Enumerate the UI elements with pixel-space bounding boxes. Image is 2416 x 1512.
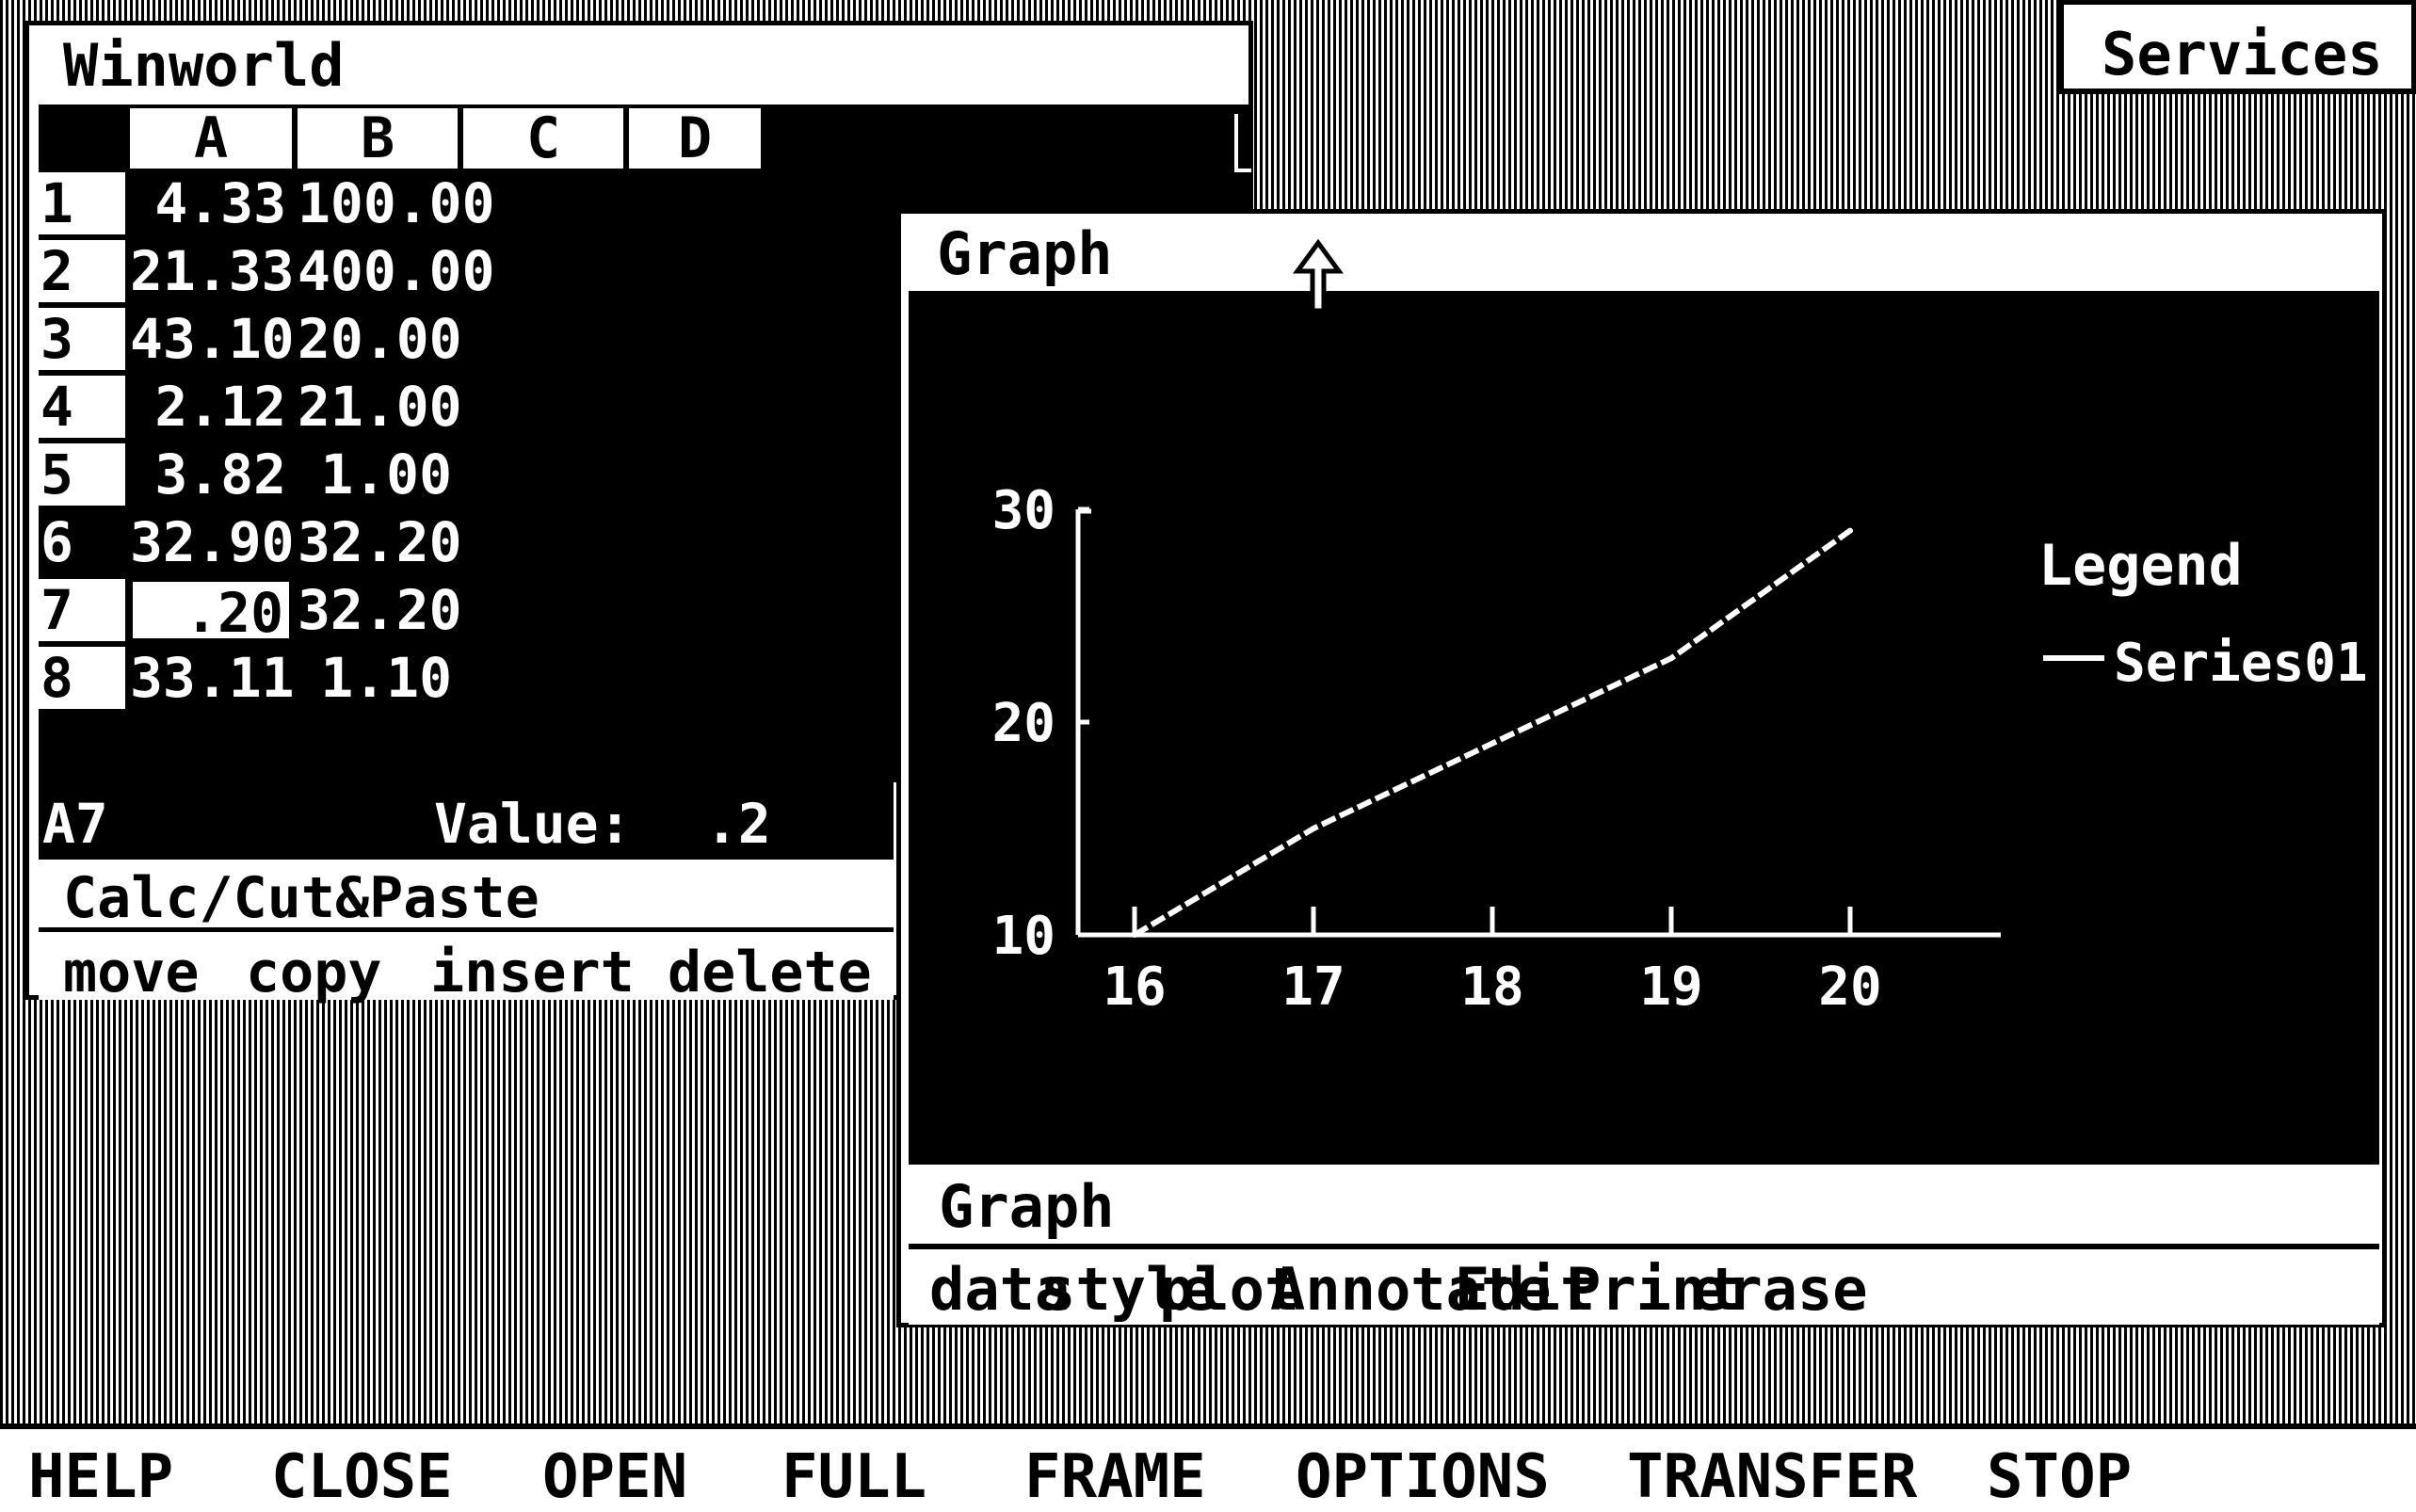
cell-a6[interactable]: 32.90 [130,511,295,573]
row-header[interactable]: 3 [39,308,125,370]
data-point [1400,782,1406,789]
column-scroll-handle[interactable] [1234,114,1251,172]
column-header-b[interactable]: B [298,108,458,169]
graph-menu-title-text: Graph [939,1172,1115,1241]
cell-value: .2 [705,792,771,856]
menu-insert[interactable]: insert [430,940,635,1005]
window-title: Winworld [63,31,345,100]
data-point [1132,932,1137,938]
menu-title: Calc/Cut&Paste [39,860,894,932]
row-header[interactable]: 4 [39,376,125,438]
data-point [1579,698,1585,704]
services-menu[interactable]: Services [2058,0,2416,94]
mouse-pointer-icon [1293,239,1344,314]
x-tick-label: 17 [1281,957,1345,1018]
cell-a8[interactable]: 33.11 [130,647,295,709]
services-label: Services [2102,20,2383,88]
cell-a5[interactable]: 3.82 [130,443,292,506]
data-point [1311,826,1316,831]
graph-menu-bar: data style plot Annotate Edit Print eras… [909,1249,2379,1325]
legend-entry: Series01 [2114,633,2368,694]
data-point [1847,527,1853,534]
series-line-series01 [1133,528,1852,938]
fkey-options[interactable]: OPTIONS [1296,1442,1550,1512]
y-tick-label: 10 [992,906,1055,967]
x-tick-label: 18 [1460,957,1523,1018]
menu-delete[interactable]: delete [668,940,872,1005]
cell-b6[interactable]: 32.20 [298,511,462,573]
column-header-a[interactable]: A [130,108,292,169]
menu-title-text: Calc/Cut&Paste [63,865,540,931]
column-header-d[interactable]: D [629,108,761,169]
fkey-open[interactable]: OPEN [542,1442,687,1512]
cell-a7-active[interactable]: .20 [130,579,292,644]
value-label: Value: [434,792,632,856]
row-header[interactable]: 1 [39,172,125,234]
cell-b7[interactable]: 32.20 [298,579,462,641]
cell-a4[interactable]: 2.12 [130,376,292,438]
data-point [1668,655,1674,662]
data-point [1758,591,1764,598]
fkey-stop[interactable]: STOP [1987,1442,2132,1512]
y-tick-label: 20 [992,693,1055,754]
cell-b8[interactable]: 1.10 [298,647,458,709]
function-key-bar: HELP CLOSE OPEN FULL FRAME OPTIONS TRANS… [0,1424,2416,1512]
menu-erase[interactable]: erase [1692,1255,1868,1324]
x-tick-label: 19 [1639,957,1702,1018]
menu-copy[interactable]: copy [246,940,382,1005]
cell-b5[interactable]: 1.00 [298,443,458,506]
cell-a1[interactable]: 4.33 [130,172,292,234]
graph-menu-title: Graph [909,1165,2379,1249]
fkey-help[interactable]: HELP [28,1442,173,1512]
window-title: Graph [937,219,1113,288]
menu-move[interactable]: move [63,940,200,1005]
fkey-full[interactable]: FULL [781,1442,926,1512]
row-header[interactable]: 8 [39,647,125,709]
cell-a2[interactable]: 21.33 [130,240,295,302]
row-header[interactable]: 2 [39,240,125,302]
line-chart: 10 20 30 16 17 18 19 20 Legend Series01 [992,480,2368,1018]
graph-plot-area: 10 20 30 16 17 18 19 20 Legend Series01 [909,291,2379,1165]
fkey-frame[interactable]: FRAME [1024,1442,1206,1512]
cell-b4[interactable]: 21.00 [298,376,462,438]
x-tick-label: 16 [1103,957,1166,1018]
fkey-close[interactable]: CLOSE [271,1442,453,1512]
row-header[interactable]: 5 [39,443,125,506]
cell-b2[interactable]: 400.00 [298,240,495,302]
row-header-selected[interactable]: 6 [39,511,125,573]
cell-status-line: A7 Value: .2 [39,782,894,860]
column-header-c[interactable]: C [463,108,623,169]
cell-b3[interactable]: 20.00 [298,308,462,370]
row-header[interactable]: 7 [39,579,125,641]
data-point [1490,740,1495,747]
y-tick-label: 30 [992,480,1055,541]
calc-menu-bar: move copy insert delete [39,932,894,1005]
fkey-transfer[interactable]: TRANSFER [1627,1442,1917,1512]
data-point [1221,878,1227,885]
legend-title: Legend [2038,533,2243,599]
cell-a3[interactable]: 43.10 [130,308,295,370]
cell-reference: A7 [42,792,108,856]
cell-b1[interactable]: 100.00 [298,172,495,234]
x-tick-label: 20 [1818,957,1881,1018]
graph-window: Graph 10 20 30 16 17 18 19 20 Legend Series01 Gra… [896,209,2387,1327]
